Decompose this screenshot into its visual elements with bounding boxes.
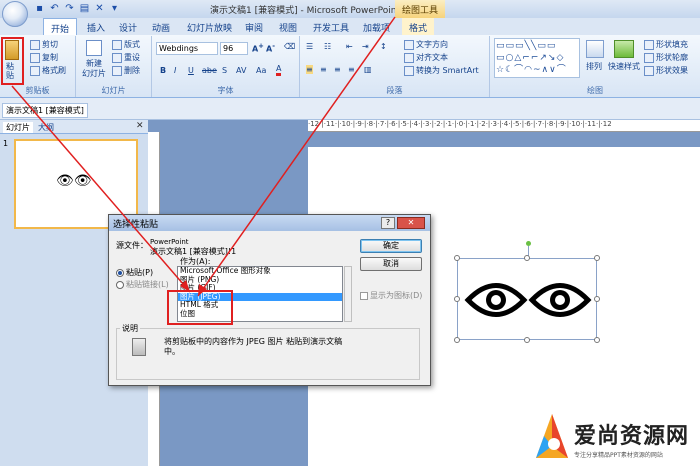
office-button[interactable] <box>2 1 28 27</box>
watermark-logo-icon <box>536 414 568 458</box>
arrow-paste-to-list <box>11 85 191 293</box>
arrow-format-to-list <box>197 16 396 297</box>
annotation-arrows <box>11 16 396 297</box>
watermark-subtitle: 专注分享精品PPT素材资源的网站 <box>574 452 663 459</box>
watermark-title: 爱尚资源网 <box>574 424 690 449</box>
watermark: 爱尚资源网 专注分享精品PPT素材资源的网站 <box>528 408 700 466</box>
